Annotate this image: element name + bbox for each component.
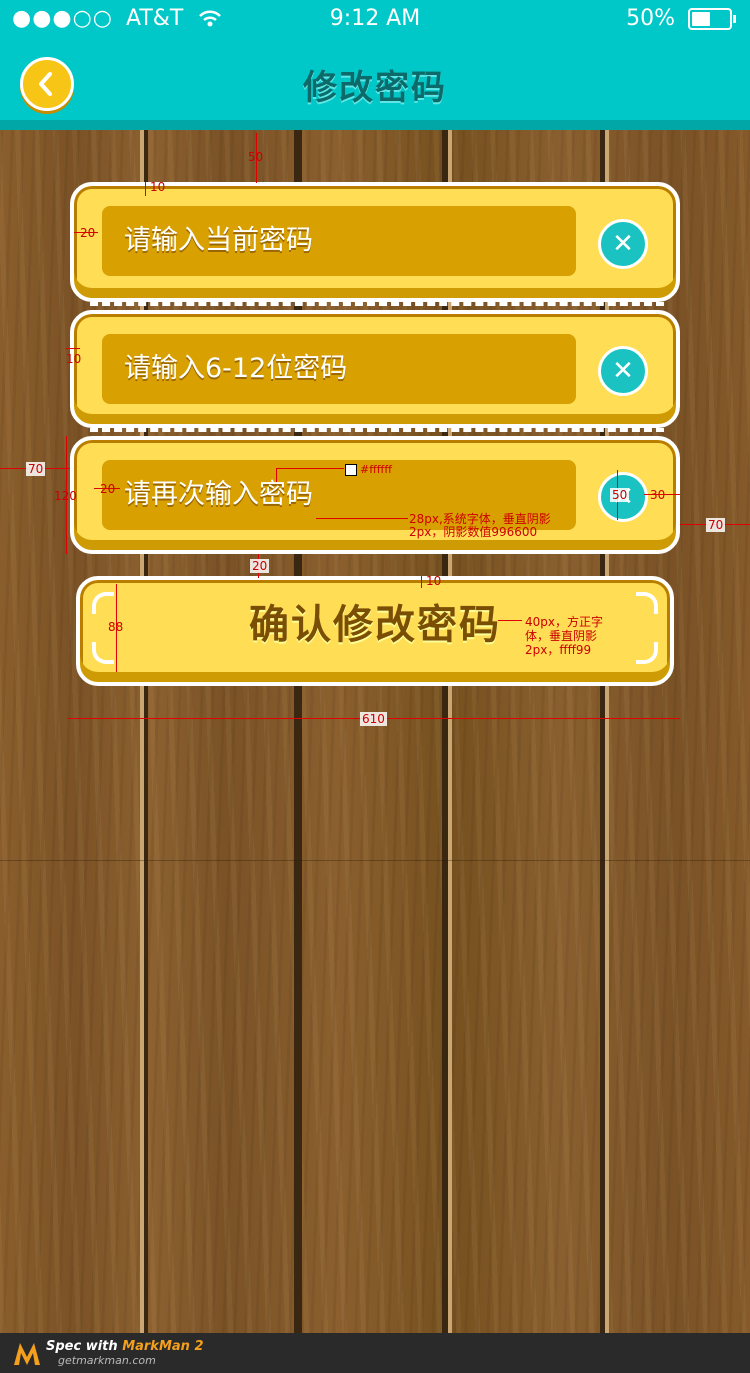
header-shadow-strip bbox=[0, 120, 750, 130]
battery-percent: 50% bbox=[626, 6, 675, 31]
font-note: 28px,系统字体，垂直阴影 2px，阴影数值996600 bbox=[409, 513, 551, 539]
measure-top-margin: 50 bbox=[248, 150, 264, 164]
current-password-card: 请输入当前密码 ✕ bbox=[70, 182, 680, 302]
measure-confirm-gap: 20 bbox=[250, 559, 270, 573]
swatch-color-label: #ffffff bbox=[360, 463, 392, 476]
footer-url: getmarkman.com bbox=[58, 1354, 156, 1367]
dashed-divider bbox=[90, 302, 664, 306]
markman-logo bbox=[14, 1343, 40, 1365]
measure-line bbox=[66, 348, 80, 349]
measure-left-margin: 70 bbox=[26, 462, 46, 476]
close-icon: ✕ bbox=[612, 356, 634, 386]
confirm-note-line-3: 2px，ffff99 bbox=[525, 643, 592, 657]
font-note-line-2: 2px，阴影数值996600 bbox=[409, 525, 538, 539]
measure-line bbox=[498, 620, 522, 621]
measure-card-gap: 10 bbox=[66, 352, 82, 366]
measure-line bbox=[276, 468, 344, 469]
new-password-card: 请输入6-12位密码 ✕ bbox=[70, 310, 680, 428]
footer-spec-with: Spec with bbox=[46, 1339, 123, 1354]
dashed-divider bbox=[90, 428, 664, 432]
color-swatch bbox=[345, 464, 357, 476]
measure-line bbox=[316, 518, 408, 519]
measure-card-height: 120 bbox=[54, 489, 77, 503]
confirm-note-line-2: 体，垂直阴影 bbox=[525, 629, 598, 643]
measure-button-size: 50 bbox=[610, 488, 630, 502]
confirm-password-placeholder: 请再次输入密码 bbox=[124, 479, 313, 510]
status-right: 50% bbox=[626, 6, 736, 36]
clear-new-password-button[interactable]: ✕ bbox=[598, 346, 648, 396]
footer-brand-text: Spec with MarkMan 2 bbox=[46, 1339, 204, 1354]
page-title: 修改密码 bbox=[303, 68, 447, 108]
measure-field-inset-left: 20 bbox=[80, 226, 96, 240]
measure-line bbox=[421, 576, 422, 588]
measure-field-pad: 20 bbox=[100, 482, 116, 496]
markman-footer: Spec with MarkMan 2 getmarkman.com bbox=[0, 1333, 750, 1373]
measure-right-margin: 70 bbox=[706, 518, 726, 532]
battery-icon bbox=[688, 8, 732, 30]
plank-joint bbox=[0, 860, 750, 861]
new-password-placeholder: 请输入6-12位密码 bbox=[124, 353, 348, 384]
footer-brand: MarkMan 2 bbox=[122, 1339, 204, 1354]
measure-total-width: 610 bbox=[360, 712, 387, 726]
current-password-input[interactable]: 请输入当前密码 bbox=[102, 206, 576, 276]
measure-line bbox=[276, 468, 277, 482]
clear-current-password-button[interactable]: ✕ bbox=[598, 219, 648, 269]
measure-confirm-height: 88 bbox=[108, 620, 124, 634]
new-password-input[interactable]: 请输入6-12位密码 bbox=[102, 334, 576, 404]
confirm-font-note: 40px，方正字 体，垂直阴影 2px，ffff99 bbox=[525, 615, 603, 657]
confirm-note-line-1: 40px，方正字 bbox=[525, 615, 603, 629]
measure-confirm-inset: 10 bbox=[426, 574, 442, 588]
confirm-password-card: 请再次输入密码 ✕ bbox=[70, 436, 680, 554]
measure-button-right: 30 bbox=[650, 488, 666, 502]
measure-card-inset-top: 10 bbox=[150, 180, 166, 194]
close-icon: ✕ bbox=[612, 229, 634, 259]
current-password-placeholder: 请输入当前密码 bbox=[124, 225, 313, 256]
measure-line bbox=[145, 182, 146, 196]
